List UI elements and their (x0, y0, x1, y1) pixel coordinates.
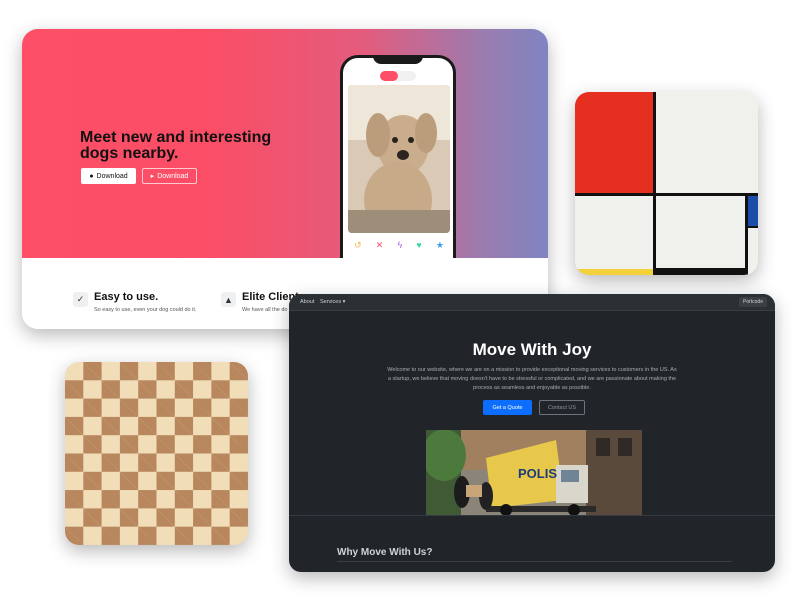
mondrian-black-block (656, 268, 745, 275)
phone-action-bar: ↺ ✕ ϟ ♥ ★ (347, 240, 451, 254)
download-apple-button[interactable]: ● Download (81, 168, 136, 184)
rewind-icon[interactable]: ↺ (354, 240, 362, 254)
page-title: Move With Joy (472, 340, 592, 359)
apple-icon: ● (89, 172, 94, 180)
mondrian-card (575, 92, 758, 275)
download-apple-label: Download (96, 172, 128, 180)
mondrian-yellow-block (575, 269, 653, 275)
why-heading: Why Move With Us? (337, 547, 433, 558)
mondrian-line (575, 193, 758, 196)
intro-text: Welcome to our website, where we are on … (387, 367, 677, 391)
mondrian-blue-block (748, 196, 758, 226)
moving-navbar: About Services ▾ Portcode (289, 294, 775, 311)
dog-app-headline: Meet new and interesting dogs nearby. (80, 129, 272, 162)
section-divider (289, 515, 775, 516)
like-icon[interactable]: ♥ (416, 240, 421, 254)
phone-notch (373, 58, 423, 64)
super-like-icon[interactable]: ★ (436, 240, 444, 254)
feature-title-easy: Easy to use. (94, 291, 159, 303)
contact-us-button[interactable]: Contact US (539, 400, 585, 415)
download-play-label: Download (157, 172, 189, 180)
nav-services-label: Services (320, 299, 342, 305)
download-play-button[interactable]: ▸ Download (142, 168, 197, 184)
phone-mockup: ↺ ✕ ϟ ♥ ★ (340, 55, 456, 275)
dog-app-card: Meet new and interesting dogs nearby. ● … (22, 29, 548, 329)
checkerboard-card (65, 362, 248, 545)
get-quote-button[interactable]: Get a Quote (483, 400, 532, 415)
mondrian-line (653, 92, 656, 275)
chevron-down-icon: ▾ (342, 299, 346, 305)
graduation-cap-icon: ▲ (221, 292, 236, 307)
nav-brand[interactable]: Portcode (738, 297, 767, 307)
phone-tab-active[interactable] (380, 71, 398, 81)
mondrian-red-block (575, 92, 653, 194)
feature-desc-elite: We have all the do (242, 307, 288, 313)
moving-site-card: About Services ▾ Portcode Move With Joy … (289, 294, 775, 572)
feature-desc-easy: So easy to use, even your dog could do i… (94, 307, 197, 313)
boost-icon[interactable]: ϟ (397, 240, 402, 254)
check-badge-icon: ✓ (73, 292, 88, 307)
play-store-icon: ▸ (150, 173, 155, 180)
nope-icon[interactable]: ✕ (376, 240, 384, 254)
mondrian-line (748, 226, 758, 228)
moving-truck-photo: POLIS (426, 430, 642, 516)
nav-link-about[interactable]: About (300, 299, 314, 305)
dog-app-hero: Meet new and interesting dogs nearby. ● … (22, 29, 548, 275)
why-underline (337, 561, 732, 562)
nav-link-services[interactable]: Services ▾ (320, 299, 345, 305)
phone-tab-switch[interactable] (380, 71, 416, 81)
dog-photo (348, 85, 450, 233)
truck-sign-text: POLIS (518, 466, 557, 481)
